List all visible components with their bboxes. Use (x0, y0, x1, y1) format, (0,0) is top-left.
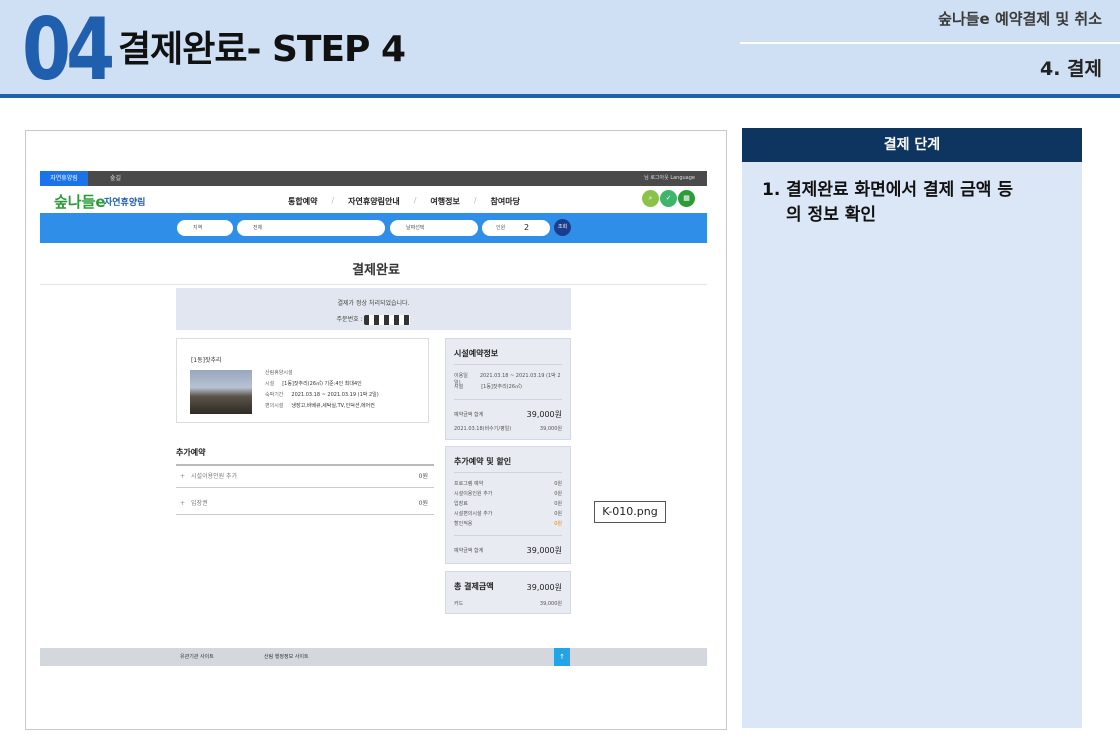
search-bar: 지역 전체 날짜선택 인원 2 조회 (40, 213, 707, 243)
site-name[interactable]: 자연휴양림 (104, 195, 145, 208)
reserve-check-icon[interactable]: ✓ (660, 190, 677, 207)
divider (40, 284, 707, 285)
account-links[interactable]: 님 로그아웃 Language (644, 171, 695, 186)
instruction-line1: 결제완료 화면에서 결제 금액 등 (786, 180, 1013, 200)
instruction-line2: 의 정보 확인 (786, 205, 877, 225)
plus-icon: + (180, 473, 186, 480)
step-title: 결제완료- STEP 4 (118, 29, 406, 70)
site-logo[interactable]: 숲나들e (54, 191, 106, 212)
file-label: K-010.png (594, 501, 666, 523)
people-count: 2 (524, 223, 530, 232)
facility-name: [1동]잣추리 (191, 357, 222, 364)
total-box: 총 결제금액 39,000원 카드 39,000원 (445, 571, 571, 614)
order-number-masked (364, 314, 411, 325)
menu-grid-icon[interactable]: ▦ (678, 190, 695, 207)
facility-row: 산림휴양시설 (265, 370, 293, 376)
facility-row: 시설 [1동]잣추리(26㎡) 기준:4인 최대4인 (265, 381, 362, 387)
nav-item-forest-info[interactable]: 자연휴양림안내 (348, 196, 400, 207)
order-number-label: 주문번호 : (336, 316, 363, 323)
additional-row-people[interactable]: + 시설이용인원 추가 0원 (176, 466, 434, 488)
additional-title: 추가예약 (176, 448, 206, 457)
side-panel-header: 결제 단계 (742, 128, 1082, 162)
site-topbar: 자연휴양림 숲길 님 로그아웃 Language (40, 171, 707, 186)
facility-row: 편의시설 냉장고,바베큐,세탁실,TV,인덕션,에어컨 (265, 403, 375, 409)
facility-info-box: 시설예약정보 이용일 2021.03.18 ~ 2021.03.19 (1박 2일… (445, 338, 571, 440)
info-row: 시설 [1동]잣추리(26㎡) (454, 384, 522, 390)
instruction-number: 1. (762, 180, 781, 200)
tab-forest[interactable]: 자연휴양림 (40, 171, 88, 186)
footer-link-agencies[interactable]: 유관기관 사이트 (180, 653, 214, 660)
discount-row: 시설이용인원 추가 0원 (454, 491, 562, 497)
discount-row: 할인적용 0원 (454, 521, 562, 527)
tab-trail[interactable]: 숲길 (110, 171, 121, 186)
plus-icon: + (180, 500, 186, 507)
completion-message: 결제가 정상 처리되었습니다. 주문번호 : (176, 288, 571, 330)
info-detail: 2021.03.18(비수기/평일) 39,000원 (454, 426, 562, 432)
people-label: 인원 (496, 225, 506, 231)
nav-item-community[interactable]: 참여마당 (491, 196, 520, 207)
site-footer-bar: 유관기관 사이트 산림 행정정보 사이트 ↑ (40, 648, 707, 666)
search-submit-button[interactable]: 조회 (554, 219, 571, 236)
region-select[interactable]: 지역 (177, 220, 233, 236)
facility-card: [1동]잣추리 산림휴양시설 시설 [1동]잣추리(26㎡) 기준:4인 최대4인… (176, 338, 429, 423)
facility-photo (190, 370, 252, 414)
nav-item-reservation[interactable]: 통합예약 (288, 196, 317, 207)
search-icon[interactable]: ⌕ (642, 190, 659, 207)
total-card-row: 카드 39,000원 (454, 601, 562, 607)
discount-total: 예약금액 합계 39,000원 (454, 546, 562, 555)
discount-row: 시설편의시설 추가 0원 (454, 511, 562, 517)
side-instruction: 1. 결제완료 화면에서 결제 금액 등 의 정보 확인 (762, 178, 1062, 228)
nav-item-travel[interactable]: 여행정보 (430, 196, 459, 207)
page-title: 결제완료 (352, 263, 400, 278)
scroll-top-icon[interactable]: ↑ (554, 648, 570, 666)
order-number-row: 주문번호 : (176, 314, 571, 325)
discount-row: 입장료 0원 (454, 501, 562, 507)
additional-row-ticket[interactable]: + 입장권 0원 (176, 493, 434, 515)
date-select[interactable]: 날짜선택 (390, 220, 478, 236)
side-panel: 1. 결제완료 화면에서 결제 금액 등 의 정보 확인 (742, 162, 1082, 728)
step-number: 04 (22, 0, 115, 100)
facility-row: 숙박기간 2021.03.18 ~ 2021.03.19 (1박 2일) (265, 392, 379, 398)
section-title: 숲나들e 예약결제 및 취소 (938, 10, 1102, 28)
total-title: 총 결제금액 (454, 582, 494, 591)
header-divider (740, 42, 1120, 44)
people-stepper[interactable]: 인원 2 (482, 220, 550, 236)
completion-text: 결제가 정상 처리되었습니다. (337, 300, 410, 307)
discount-box: 추가예약 및 할인 프로그램 예약 0원 시설이용인원 추가 0원 입장료 0원 시설… (445, 446, 571, 564)
embedded-screenshot: 자연휴양림 숲길 님 로그아웃 Language 숲나들e 자연휴양림 통합예약… (25, 130, 727, 730)
discount-title: 추가예약 및 할인 (454, 457, 512, 466)
main-nav: 통합예약 / 자연휴양림안내 / 여행정보 / 참여마당 (288, 196, 520, 207)
info-total: 예약금액 합계 39,000원 (454, 410, 562, 419)
forest-select[interactable]: 전체 (237, 220, 385, 236)
discount-row: 프로그램 예약 0원 (454, 481, 562, 487)
subsection-title: 4. 결제 (1039, 58, 1102, 80)
slide-header: 04 결제완료- STEP 4 숲나들e 예약결제 및 취소 4. 결제 (0, 0, 1120, 98)
footer-link-admin[interactable]: 산림 행정정보 사이트 (264, 653, 309, 660)
facility-info-title: 시설예약정보 (454, 349, 499, 358)
